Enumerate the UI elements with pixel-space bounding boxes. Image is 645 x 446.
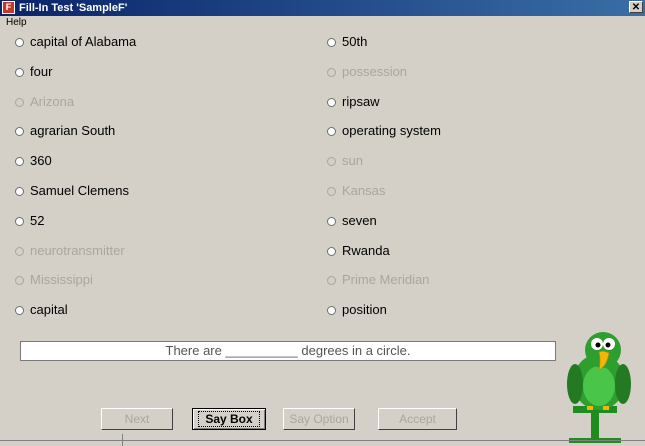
option-right-4[interactable]: operating system [327,122,441,140]
option-label: 52 [30,213,45,228]
parrot-wing-right [615,364,631,404]
radio-button [327,186,336,196]
next-button[interactable]: Next [101,408,173,430]
accept-button[interactable]: Accept [378,408,457,430]
prompt-box: There are __________ degrees in a circle… [20,341,556,361]
radio-button [327,156,336,166]
option-left-4[interactable]: agrarian South [15,122,115,140]
radio-button[interactable] [15,126,24,136]
option-left-6[interactable]: Samuel Clemens [15,182,129,200]
option-left-5[interactable]: 360 [15,152,52,170]
radio-button[interactable] [15,37,24,47]
radio-button [327,67,336,77]
option-right-2: possession [327,63,407,81]
radio-button [15,97,24,107]
option-label: capital of Alabama [30,34,137,49]
window-title: Fill-In Test 'SampleF' [19,2,128,14]
option-label: 360 [30,153,52,168]
option-right-7[interactable]: seven [327,212,377,230]
radio-button[interactable] [15,186,24,196]
say-option-button[interactable]: Say Option [283,408,355,430]
radio-button [327,275,336,285]
option-right-3[interactable]: ripsaw [327,93,380,111]
parrot-mascot-icon [567,332,631,443]
menu-bar: Help [0,16,645,30]
menu-help[interactable]: Help [6,17,27,28]
say-option-button-label: Say Option [289,412,349,426]
option-label: Arizona [30,94,75,109]
option-right-5: sun [327,152,363,170]
option-left-8: neurotransmitter [15,242,125,260]
option-label: capital [30,302,68,317]
option-label: seven [342,213,377,228]
title-bar: F Fill-In Test 'SampleF' ✕ [0,0,645,16]
close-button[interactable]: ✕ [629,1,643,13]
option-label: Prime Meridian [342,272,430,287]
option-left-7[interactable]: 52 [15,212,44,230]
option-right-9: Prime Meridian [327,271,429,289]
radio-button[interactable] [327,97,336,107]
status-divider [0,440,645,441]
option-label: sun [342,153,363,168]
radio-button[interactable] [15,216,24,226]
option-label: ripsaw [342,94,380,109]
radio-button[interactable] [15,156,24,166]
perch-pole [591,412,599,439]
option-right-6: Kansas [327,182,385,200]
option-label: 50th [342,34,368,49]
radio-button[interactable] [327,216,336,226]
option-left-9: Mississippi [15,271,93,289]
status-tick [122,434,123,446]
option-left-1[interactable]: capital of Alabama [15,33,136,51]
radio-button[interactable] [327,126,336,136]
option-left-10[interactable]: capital [15,301,68,319]
option-label: possession [342,64,408,79]
radio-button[interactable] [15,305,24,315]
option-left-3: Arizona [15,93,74,111]
accept-button-label: Accept [399,412,436,426]
option-label: operating system [342,123,441,138]
say-box-button[interactable]: Say Box [192,408,266,430]
radio-button [15,275,24,285]
option-label: Kansas [342,183,386,198]
prompt-text: There are __________ degrees in a circle… [165,343,411,358]
option-label: four [30,64,53,79]
radio-button[interactable] [327,37,336,47]
say-box-button-label: Say Box [198,411,260,427]
radio-button[interactable] [327,246,336,256]
option-label: Samuel Clemens [30,183,129,198]
option-left-2[interactable]: four [15,63,52,81]
option-label: Rwanda [342,243,390,258]
option-right-1[interactable]: 50th [327,33,367,51]
app-icon[interactable]: F [2,1,15,14]
option-label: agrarian South [30,123,116,138]
radio-button [15,246,24,256]
radio-button[interactable] [15,67,24,77]
option-label: position [342,302,387,317]
radio-button[interactable] [327,305,336,315]
option-label: neurotransmitter [30,243,125,258]
next-button-label: Next [124,412,150,426]
parrot-wing-left [567,364,583,404]
parrot-belly [583,366,615,406]
option-right-8[interactable]: Rwanda [327,242,390,260]
option-label: Mississippi [30,272,93,287]
option-right-10[interactable]: position [327,301,387,319]
